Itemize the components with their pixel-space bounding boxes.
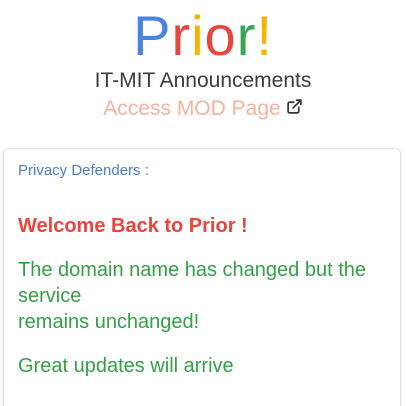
logo-letter: P (133, 4, 172, 67)
logo-letter: r (171, 4, 192, 67)
announcement-message-line1: The domain name has changed but the serv… (18, 259, 367, 307)
logo-letter: ! (256, 4, 273, 67)
page-subtitle: IT-MIT Announcements (94, 69, 312, 92)
header: Prior! IT-MIT Announcements Access MOD P… (0, 0, 406, 122)
logo-letter: i (191, 4, 205, 67)
announcement-message-2: Great updates will arrive (18, 355, 234, 377)
page: Prior! IT-MIT Announcements Access MOD P… (0, 0, 406, 406)
announcement-card: Privacy Defenders : Welcome Back to Prio… (3, 148, 401, 406)
announcement-message: The domain name has changed but the serv… (18, 257, 386, 335)
prior-logo: Prior! (0, 4, 406, 68)
logo-letter: o (204, 4, 237, 67)
access-mod-page-label: Access MOD Page (103, 97, 281, 120)
announcement-welcome: Welcome Back to Prior ! (18, 215, 248, 237)
announcement-message-line2: remains unchanged! (18, 311, 200, 333)
external-link-icon (286, 96, 303, 122)
access-mod-page-link[interactable]: Access MOD Page (103, 96, 302, 122)
announcement-sender: Privacy Defenders : (18, 162, 149, 179)
logo-letter: r (236, 4, 257, 67)
